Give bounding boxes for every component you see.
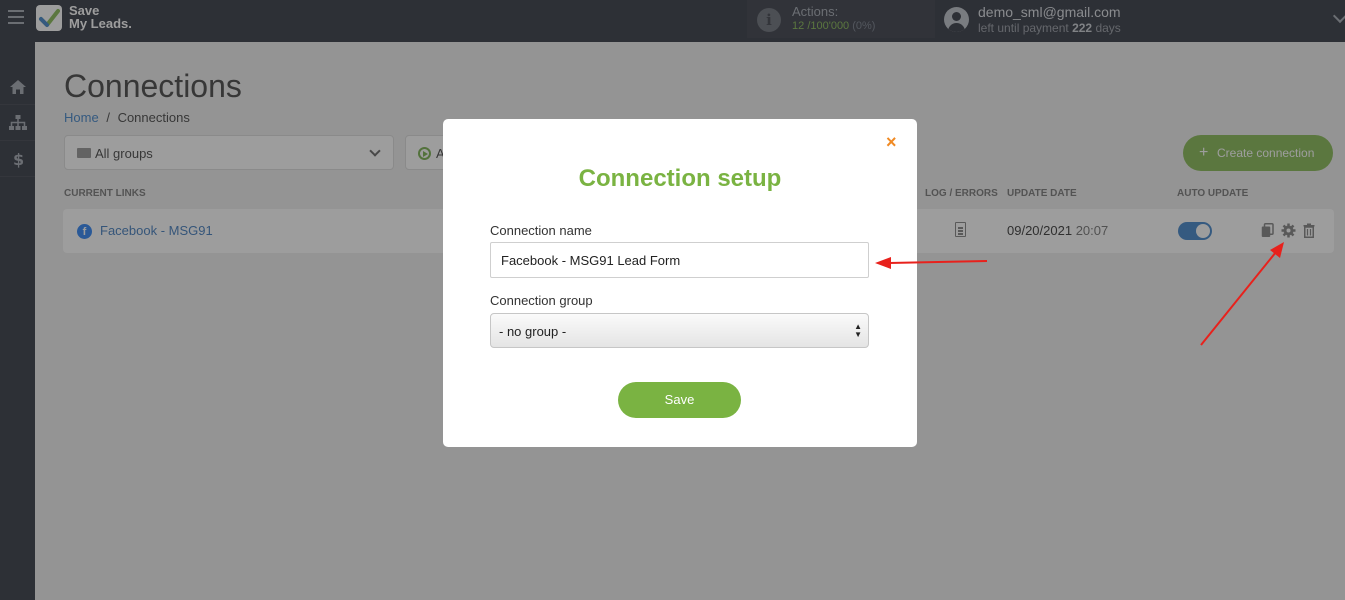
annotation-arrowhead-name xyxy=(875,257,891,269)
annotation-arrow-name xyxy=(887,260,988,264)
annotation-arrow-gear xyxy=(1200,251,1277,346)
annotation-arrows xyxy=(875,242,1284,346)
